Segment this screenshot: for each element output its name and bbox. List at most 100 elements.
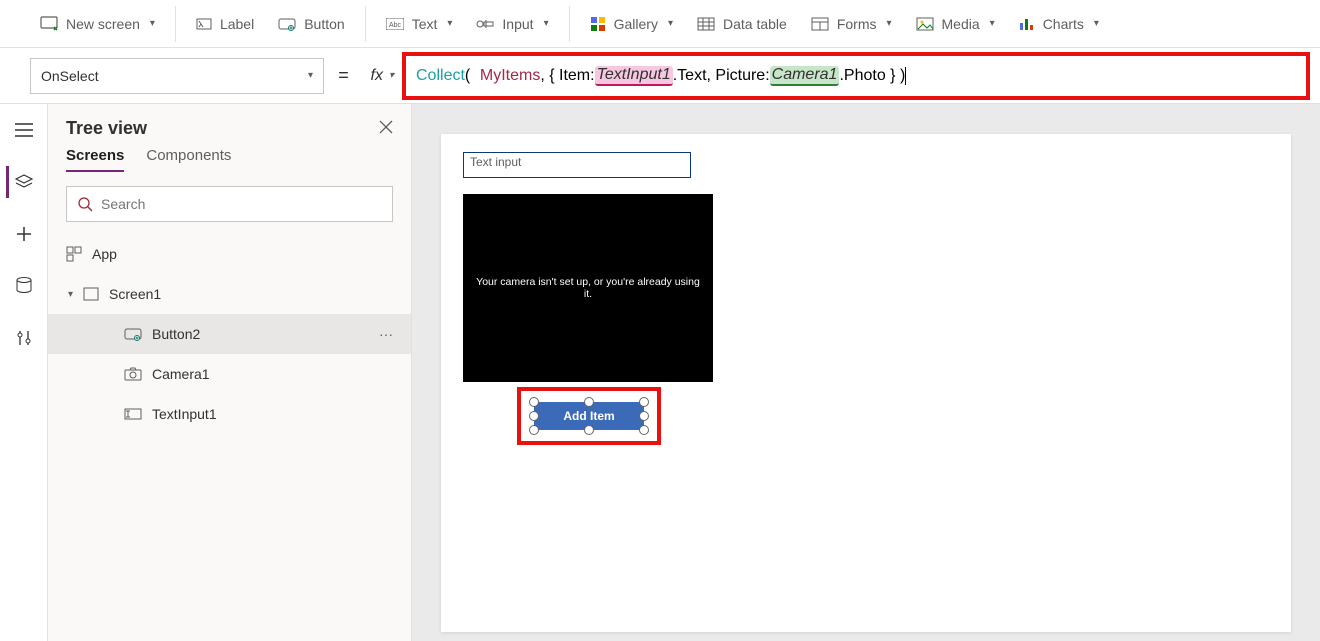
tree-item-app[interactable]: App bbox=[48, 234, 411, 274]
datatable-label: Data table bbox=[723, 16, 787, 32]
text-button[interactable]: Abc Text ▾ bbox=[374, 0, 465, 48]
datatable-button[interactable]: Data table bbox=[685, 0, 799, 48]
tree-view-panel: Tree view Screens Components App ▾ Scree bbox=[48, 104, 412, 641]
button-control-label: Add Item bbox=[563, 409, 614, 423]
button-icon bbox=[124, 327, 142, 341]
media-button[interactable]: Media ▾ bbox=[904, 0, 1007, 48]
close-tree-button[interactable] bbox=[379, 120, 393, 137]
resize-handle[interactable] bbox=[639, 397, 649, 407]
layers-icon bbox=[15, 174, 33, 190]
forms-label: Forms bbox=[837, 16, 877, 32]
hamburger-button[interactable] bbox=[8, 114, 40, 146]
formula-token: .Photo } ) bbox=[839, 67, 905, 85]
gallery-label: Gallery bbox=[614, 16, 658, 32]
chevron-down-icon: ▾ bbox=[1094, 18, 1099, 29]
gallery-button[interactable]: Gallery ▾ bbox=[578, 0, 685, 48]
tree-item-screen1[interactable]: ▾ Screen1 bbox=[48, 274, 411, 314]
formula-token: ( bbox=[465, 67, 470, 85]
media-label: Media bbox=[942, 16, 980, 32]
label-button[interactable]: Label bbox=[184, 0, 266, 48]
textinput-icon bbox=[124, 408, 142, 420]
new-screen-button[interactable]: New screen ▾ bbox=[28, 0, 167, 48]
property-dropdown[interactable]: OnSelect ▾ bbox=[30, 58, 324, 94]
resize-handle[interactable] bbox=[639, 411, 649, 421]
tree-item-label: Screen1 bbox=[109, 286, 161, 302]
search-wrap bbox=[48, 180, 411, 234]
tree-item-camera1[interactable]: Camera1 bbox=[48, 354, 411, 394]
chevron-down-icon: ▾ bbox=[150, 18, 155, 29]
input-button[interactable]: Input ▾ bbox=[464, 0, 560, 48]
chevron-down-icon: ▾ bbox=[544, 18, 549, 29]
button-icon bbox=[278, 17, 296, 31]
tree-item-textinput1[interactable]: TextInput1 bbox=[48, 394, 411, 434]
forms-button[interactable]: Forms ▾ bbox=[799, 0, 904, 48]
formula-token: .Text, Picture: bbox=[673, 67, 770, 85]
chevron-down-icon: ▾ bbox=[68, 289, 73, 300]
tree-header: Tree view bbox=[48, 104, 411, 147]
ribbon-toolbar: New screen ▾ Label Button Abc Text ▾ Inp… bbox=[0, 0, 1320, 48]
resize-handle[interactable] bbox=[529, 397, 539, 407]
gallery-icon bbox=[590, 16, 606, 32]
search-icon bbox=[77, 196, 93, 212]
equals-sign: = bbox=[338, 65, 349, 86]
formula-token: Collect bbox=[416, 67, 465, 85]
resize-handle[interactable] bbox=[639, 425, 649, 435]
hamburger-icon bbox=[15, 123, 33, 137]
insert-rail-button[interactable] bbox=[8, 218, 40, 250]
text-icon: Abc bbox=[386, 18, 404, 30]
button-label: Button bbox=[304, 16, 344, 32]
resize-handle[interactable] bbox=[584, 397, 594, 407]
button-button[interactable]: Button bbox=[266, 0, 356, 48]
tree-item-label: App bbox=[92, 246, 117, 262]
tree-tabs: Screens Components bbox=[48, 147, 411, 180]
label-icon bbox=[196, 16, 212, 32]
search-box[interactable] bbox=[66, 186, 393, 222]
main-area: Tree view Screens Components App ▾ Scree bbox=[0, 104, 1320, 641]
formula-input[interactable]: Collect( MyItems, { Item: TextInput1.Tex… bbox=[402, 52, 1310, 100]
formula-bar: OnSelect ▾ = fx ▾ Collect( MyItems, { It… bbox=[0, 48, 1320, 104]
new-screen-label: New screen bbox=[66, 16, 140, 32]
resize-handle[interactable] bbox=[584, 425, 594, 435]
resize-handle[interactable] bbox=[529, 411, 539, 421]
tools-icon bbox=[16, 329, 32, 347]
button-control-selected[interactable]: Add Item bbox=[534, 402, 644, 430]
formula-token: MyItems bbox=[480, 67, 540, 85]
treeview-rail-button[interactable] bbox=[6, 166, 38, 198]
search-input[interactable] bbox=[101, 196, 382, 212]
tools-rail-button[interactable] bbox=[8, 322, 40, 354]
app-icon bbox=[66, 246, 82, 262]
input-label: Input bbox=[502, 16, 533, 32]
tab-components[interactable]: Components bbox=[146, 147, 231, 172]
camera-control[interactable]: Your camera isn't set up, or you're alre… bbox=[463, 194, 713, 382]
formula-token-camera: Camera1 bbox=[770, 66, 840, 86]
datatable-icon bbox=[697, 17, 715, 31]
resize-handle[interactable] bbox=[529, 425, 539, 435]
screen-icon bbox=[40, 16, 58, 32]
database-icon bbox=[16, 277, 32, 295]
media-icon bbox=[916, 17, 934, 31]
fx-button[interactable]: fx ▾ bbox=[363, 67, 402, 85]
tree-item-button2[interactable]: Button2 ··· bbox=[48, 314, 411, 354]
formula-token: , { Item: bbox=[540, 67, 594, 85]
property-value: OnSelect bbox=[41, 68, 99, 84]
camera-message: Your camera isn't set up, or you're alre… bbox=[473, 276, 703, 300]
ribbon-separator bbox=[175, 6, 176, 42]
ribbon-separator bbox=[569, 6, 570, 42]
canvas-page[interactable]: Text input Your camera isn't set up, or … bbox=[441, 134, 1291, 632]
plus-icon bbox=[16, 226, 32, 242]
svg-text:Abc: Abc bbox=[389, 22, 402, 29]
more-button[interactable]: ··· bbox=[379, 326, 393, 342]
chevron-down-icon: ▾ bbox=[886, 18, 891, 29]
textinput-control[interactable]: Text input bbox=[463, 152, 691, 178]
button-highlight-annotation: Add Item bbox=[517, 387, 661, 445]
data-rail-button[interactable] bbox=[8, 270, 40, 302]
tree-item-label: Camera1 bbox=[152, 366, 210, 382]
chevron-down-icon: ▾ bbox=[389, 70, 394, 81]
tab-screens[interactable]: Screens bbox=[66, 147, 124, 172]
tree-list: App ▾ Screen1 Button2 ··· Camera1 TextIn… bbox=[48, 234, 411, 641]
tree-title: Tree view bbox=[66, 118, 147, 139]
canvas-area[interactable]: Text input Your camera isn't set up, or … bbox=[412, 104, 1320, 641]
charts-button[interactable]: Charts ▾ bbox=[1007, 0, 1111, 48]
tree-item-label: Button2 bbox=[152, 326, 200, 342]
text-cursor bbox=[905, 67, 906, 85]
